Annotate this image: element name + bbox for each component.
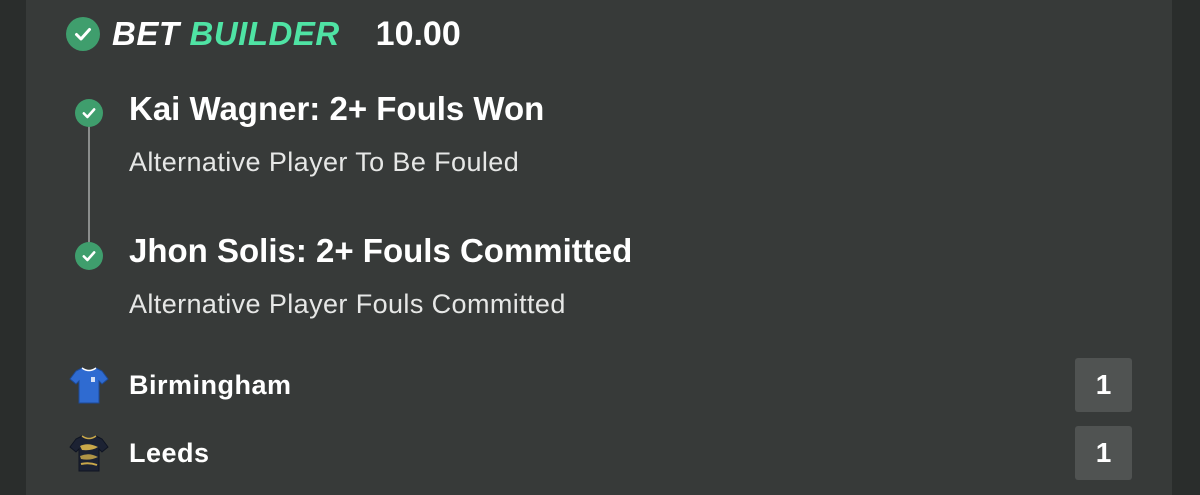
team-name: Leeds bbox=[129, 437, 210, 468]
team-name: Birmingham bbox=[129, 369, 292, 400]
team-score: 1 bbox=[1075, 358, 1132, 412]
bet-builder-header: BET BUILDER 10.00 bbox=[66, 12, 461, 56]
leg-market: Alternative Player Fouls Committed bbox=[129, 289, 566, 319]
team-row-birmingham: Birmingham 1 bbox=[68, 358, 1132, 412]
check-icon bbox=[75, 99, 103, 127]
dark-patterned-shirt-icon bbox=[68, 432, 110, 474]
check-icon bbox=[75, 242, 103, 270]
legs-connector-line bbox=[88, 118, 90, 256]
brand-builder: BUILDER bbox=[189, 15, 340, 52]
blue-shirt-icon bbox=[68, 364, 110, 406]
team-row-leeds: Leeds 1 bbox=[68, 426, 1132, 480]
leg-title: Kai Wagner: 2+ Fouls Won bbox=[129, 90, 545, 127]
leg-market: Alternative Player To Be Fouled bbox=[129, 147, 520, 177]
check-icon bbox=[66, 17, 100, 51]
leg-title: Jhon Solis: 2+ Fouls Committed bbox=[129, 232, 633, 269]
team-score: 1 bbox=[1075, 426, 1132, 480]
brand-bet: BET bbox=[112, 15, 180, 52]
odds-value: 10.00 bbox=[375, 14, 461, 53]
bet-builder-logo: BET BUILDER bbox=[112, 15, 340, 53]
